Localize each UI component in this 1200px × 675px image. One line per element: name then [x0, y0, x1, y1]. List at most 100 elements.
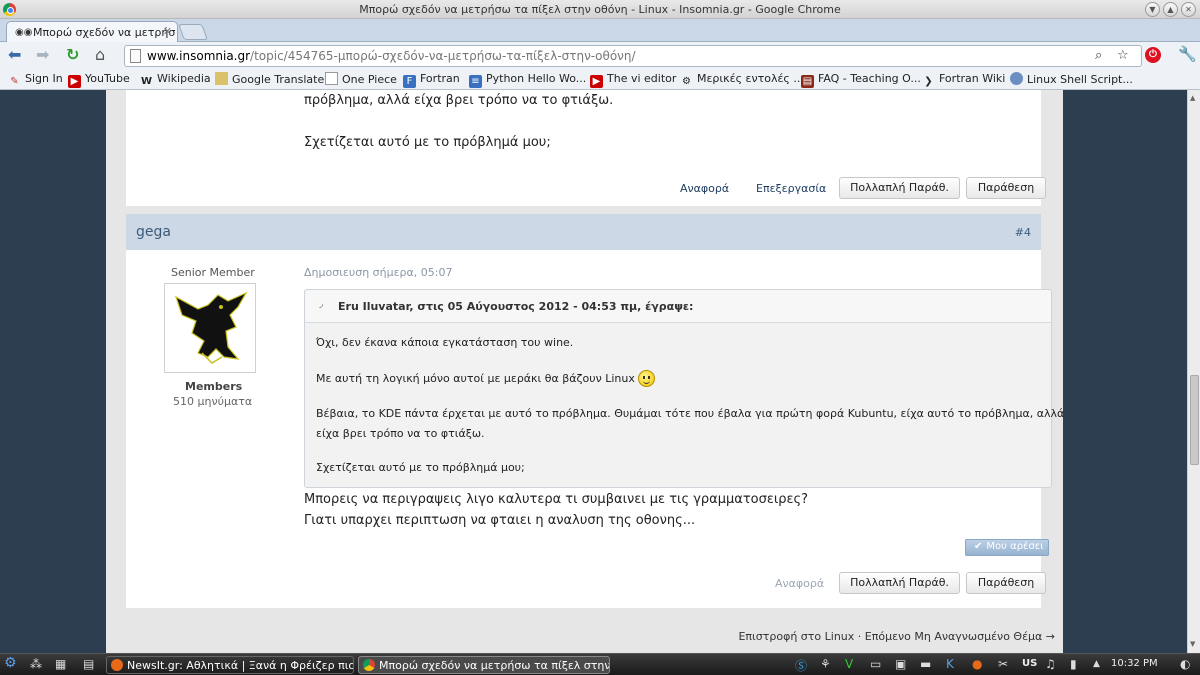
bookmark-faq[interactable]: ▤ FAQ - Teaching O...	[801, 72, 921, 88]
next-unread-link[interactable]: Επόμενο Μη Αναγνωσμένο Θέμα →	[865, 630, 1055, 643]
translate-icon	[215, 72, 228, 85]
tab-strip: ◉◉ Μπορώ σχεδόν να μετρήσ ✕	[0, 19, 1200, 42]
quote-line: Σχετίζεται αυτό με το πρόβλημά μου;	[316, 461, 525, 474]
desktop-pager-icon[interactable]: ▦	[55, 657, 66, 671]
battery-icon[interactable]: ▮	[1070, 657, 1077, 671]
bookmark-star-icon[interactable]: ☆	[1117, 48, 1129, 63]
tray-expand-icon[interactable]: ▲	[1093, 659, 1100, 669]
activities-icon[interactable]: ⁂	[30, 657, 42, 671]
network-icon[interactable]: ⚘	[820, 657, 831, 671]
bookmark-linux-shell[interactable]: Linux Shell Script...	[1010, 72, 1133, 86]
address-host: www.insomnia.gr	[147, 49, 251, 63]
quote-line: Με αυτή τη λογική μόνο αυτοί με μεράκι θ…	[316, 370, 655, 387]
bookmark-google-translate[interactable]: Google Translate	[215, 72, 324, 86]
back-icon[interactable]: ⬅	[8, 46, 21, 64]
post-number[interactable]: #4	[1015, 226, 1031, 239]
scroll-up-icon[interactable]: ▲	[1190, 94, 1195, 102]
eagle-avatar-icon	[174, 291, 248, 364]
author-group: Members	[185, 380, 243, 393]
post-author[interactable]: gega	[136, 224, 171, 240]
youtube-icon: ▶	[590, 75, 603, 88]
page-viewport: πρόβλημα, αλλά είχα βρει τρόπο να το φτι…	[0, 90, 1200, 653]
multiquote-button[interactable]: Πολλαπλή Παράθ.	[839, 177, 960, 199]
wrench-icon[interactable]: 🔧	[1178, 45, 1197, 63]
bookmark-fortran-wiki[interactable]: ❯ Fortran Wiki	[922, 72, 1005, 88]
minimize-icon[interactable]: ▼	[1145, 2, 1160, 17]
fortran-icon: F	[403, 75, 416, 88]
previous-post: πρόβλημα, αλλά είχα βρει τρόπο να το φτι…	[126, 90, 1046, 206]
firefox-launcher-icon[interactable]: ●	[972, 657, 982, 671]
book-icon: ▤	[801, 75, 814, 88]
bookmark-python[interactable]: ≡ Python Hello Wo...	[469, 72, 586, 88]
adblock-icon[interactable]: ⏻	[1145, 47, 1161, 63]
bookmark-fortran[interactable]: F Fortran	[403, 72, 460, 88]
keyboard-layout[interactable]: US	[1022, 658, 1037, 669]
zoom-icon[interactable]: ⌕	[1095, 48, 1102, 63]
address-bar[interactable]: www.insomnia.gr/topic/454765-μπορώ-σχεδό…	[124, 45, 1142, 67]
tab-active[interactable]: ◉◉ Μπορώ σχεδόν να μετρήσ ✕	[6, 21, 178, 42]
report-link[interactable]: Αναφορά	[680, 182, 729, 195]
forward-icon[interactable]: ➡	[36, 46, 49, 64]
task-newsit[interactable]: NewsIt.gr: Αθλητικά | Ξανά η Φρέιζερ πιο…	[106, 656, 354, 674]
volume-icon[interactable]: ♫	[1045, 657, 1056, 671]
python-icon: ≡	[469, 75, 482, 88]
author-rank: Senior Member	[171, 266, 255, 279]
youtube-icon: ▶	[68, 75, 81, 88]
bookmark-vi-editor[interactable]: ▶ The vi editor	[590, 72, 676, 88]
quote-button[interactable]: Παράθεση	[966, 572, 1046, 594]
cashew-icon[interactable]: ◐	[1180, 657, 1190, 671]
bookmark-wikipedia[interactable]: W Wikipedia	[140, 72, 211, 88]
quote-block: ◞ Eru Iluvatar, στις 05 Αύγουστος 2012 -…	[304, 289, 1064, 488]
avatar[interactable]	[164, 283, 256, 373]
bookmark-sign-in[interactable]: ✎ Sign In	[8, 72, 62, 88]
chrome-icon	[363, 659, 375, 671]
clipboard-icon[interactable]: ✂	[998, 657, 1008, 671]
vim-icon[interactable]: V	[845, 657, 853, 671]
tab-label: Μπορώ σχεδόν να μετρήσ	[33, 26, 176, 39]
post-text-line: Μπορεις να περιγραψεις λιγο καλυτερα τι …	[304, 492, 809, 507]
close-icon[interactable]: ✕	[1181, 2, 1196, 17]
quote-header: ◞ Eru Iluvatar, στις 05 Αύγουστος 2012 -…	[305, 290, 1051, 323]
clock[interactable]: 10:32 PM	[1111, 658, 1158, 669]
kde-menu-icon[interactable]: ⚙	[4, 655, 17, 671]
bookmark-one-piece[interactable]: One Piece	[325, 72, 397, 86]
vertical-scrollbar[interactable]: ▲ ▼	[1187, 90, 1200, 653]
post-text-line: Γιατι υπαρχει περιπτωση να φταιει η αναλ…	[304, 513, 696, 528]
edit-link[interactable]: Επεξεργασία	[756, 182, 826, 195]
previous-post-text-line: Σχετίζεται αυτό με το πρόβλημά μου;	[304, 135, 551, 150]
address-path: /topic/454765-μπορώ-σχεδόν-να-μετρήσω-τα…	[250, 49, 636, 63]
show-desktop-icon[interactable]: ▤	[83, 657, 94, 671]
tab-close-icon[interactable]: ✕	[163, 25, 172, 38]
quote-button[interactable]: Παράθεση	[966, 177, 1046, 199]
scrollbar-thumb[interactable]	[1190, 375, 1199, 465]
sign-in-icon: ✎	[10, 76, 19, 87]
skype-icon[interactable]: Ⓢ	[795, 657, 807, 674]
post-date: Δημοσιευση σήμερα, 05:07	[304, 266, 453, 279]
like-button[interactable]: ✔ Μου αρέσει	[965, 539, 1049, 556]
page-icon	[130, 49, 141, 63]
previous-post-text-line: πρόβλημα, αλλά είχα βρει τρόπο να το φτι…	[304, 93, 614, 108]
wikipedia-icon: W	[140, 76, 153, 87]
storage-icon[interactable]: ▬	[920, 657, 931, 671]
home-icon[interactable]: ⌂	[95, 46, 105, 64]
maximize-icon[interactable]: ▲	[1163, 2, 1178, 17]
gear-icon: ⚙	[682, 76, 691, 87]
quote-line: Όχι, δεν έκανα κάποια εγκατάσταση του wi…	[316, 336, 574, 349]
bookmark-youtube[interactable]: ▶ YouTube	[68, 72, 130, 88]
scroll-down-icon[interactable]: ▼	[1190, 640, 1195, 648]
author-post-count: 510 μηνύματα	[173, 395, 253, 408]
multiquote-button[interactable]: Πολλαπλή Παράθ.	[839, 572, 960, 594]
post-body: Senior Member Members 510 μηνύματα Δημοσ…	[126, 250, 1064, 608]
new-tab-button[interactable]	[178, 24, 208, 40]
terminal-icon[interactable]: ▭	[870, 657, 881, 671]
back-to-forum-link[interactable]: Επιστροφή στο Linux	[738, 630, 854, 643]
globe-icon	[1010, 72, 1023, 85]
task-chrome[interactable]: Μπορώ σχεδόν να μετρήσω τα πίξελ στην οθ…	[358, 656, 610, 674]
report-link[interactable]: Αναφορά	[775, 577, 824, 590]
wiki-icon: ❯	[924, 76, 933, 87]
window-titlebar: Μπορώ σχεδόν να μετρήσω τα πίξελ στην οθ…	[0, 0, 1200, 19]
bookmark-commands[interactable]: ⚙ Μερικές εντολές ...	[680, 72, 804, 88]
monitor-icon[interactable]: ▣	[895, 657, 906, 671]
reload-icon[interactable]: ↻	[66, 46, 79, 64]
kopete-icon[interactable]: K	[946, 657, 954, 671]
